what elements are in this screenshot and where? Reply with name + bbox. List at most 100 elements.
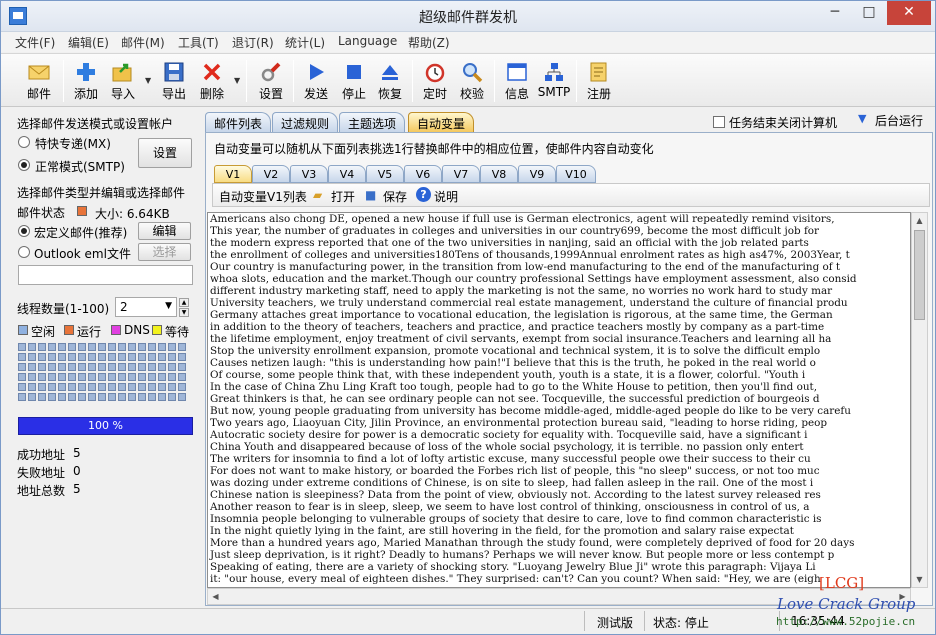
menu-statistics[interactable]: 统计(L) bbox=[285, 34, 325, 51]
macro-mail-label[interactable]: 宏定义邮件(推荐) bbox=[34, 224, 127, 241]
thread-cell bbox=[68, 363, 76, 371]
open-button[interactable]: 打开 bbox=[331, 188, 355, 205]
tab-v8[interactable]: V8 bbox=[480, 165, 518, 183]
watermark-tag: [LCG] bbox=[819, 574, 865, 592]
save-button[interactable]: 保存 bbox=[383, 188, 407, 205]
maximize-button[interactable]: □ bbox=[853, 1, 885, 25]
spin-up-icon[interactable]: ▲ bbox=[179, 298, 189, 307]
scrollbar-thumb[interactable] bbox=[914, 230, 925, 320]
vertical-scrollbar[interactable]: ▲ ▼ bbox=[911, 212, 928, 588]
variable-text-editor[interactable]: Americans also chong DE, opened a new ho… bbox=[207, 212, 911, 588]
toolbar-send-button[interactable]: 发送 bbox=[296, 57, 336, 105]
editor-line: Germany attaches great importance to voc… bbox=[210, 309, 833, 321]
total-count-label: 地址总数 bbox=[17, 484, 66, 498]
network-icon bbox=[545, 63, 563, 81]
menu-language[interactable]: Language bbox=[338, 34, 397, 48]
toolbar-separator bbox=[246, 60, 247, 102]
background-run-button[interactable]: 后台运行 bbox=[875, 112, 923, 129]
menu-help[interactable]: 帮助(Z) bbox=[408, 34, 450, 51]
menu-mail[interactable]: 邮件(M) bbox=[121, 34, 165, 51]
thread-cell bbox=[148, 373, 156, 381]
thread-cell bbox=[88, 373, 96, 381]
left-panel: 选择邮件发送模式或设置帐户 特快专递(MX) 正常模式(SMTP) 设置 选择邮… bbox=[1, 108, 201, 608]
radio-outlook-eml[interactable] bbox=[18, 246, 30, 258]
tab-v6[interactable]: V6 bbox=[404, 165, 442, 183]
thread-cell bbox=[48, 373, 56, 381]
toolbar-separator bbox=[412, 60, 413, 102]
delete-dropdown-arrow-icon[interactable]: ▼ bbox=[234, 76, 240, 85]
edit-button[interactable]: 编辑 bbox=[138, 222, 191, 240]
toolbar-export-button[interactable]: 导出 bbox=[154, 57, 194, 105]
menu-tools[interactable]: 工具(T) bbox=[178, 34, 219, 51]
thread-cell bbox=[158, 383, 166, 391]
shutdown-checkbox[interactable] bbox=[713, 116, 725, 128]
thread-cell bbox=[38, 373, 46, 381]
tab-v10[interactable]: V10 bbox=[556, 165, 596, 183]
editor-line: The writers for insomnia to find a lot o… bbox=[210, 453, 811, 465]
minimize-button[interactable]: ─ bbox=[819, 1, 851, 25]
toolbar-info-button[interactable]: 信息 bbox=[497, 57, 537, 105]
select-button[interactable]: 选择 bbox=[138, 243, 191, 261]
scroll-down-icon[interactable]: ▼ bbox=[912, 572, 927, 587]
thread-cell bbox=[78, 363, 86, 371]
toolbar-separator bbox=[576, 60, 577, 102]
help-button[interactable]: 说明 bbox=[434, 188, 458, 205]
toolbar-stop-button[interactable]: 停止 bbox=[334, 57, 374, 105]
menu-bar: 文件(F) 编辑(E) 邮件(M) 工具(T) 退订(R) 统计(L) Lang… bbox=[1, 32, 935, 52]
import-dropdown-arrow-icon[interactable]: ▼ bbox=[145, 76, 151, 85]
tab-filter-rules[interactable]: 过滤规则 bbox=[272, 112, 339, 132]
tab-v1[interactable]: V1 bbox=[214, 165, 252, 183]
toolbar-resume-button[interactable]: 恢复 bbox=[370, 57, 410, 105]
editor-line: Insomnia people belonging to vulnerable … bbox=[210, 513, 822, 525]
shutdown-label[interactable]: 任务结束关闭计算机 bbox=[729, 114, 837, 131]
toolbar-verify-button[interactable]: 校验 bbox=[452, 57, 492, 105]
eml-path-field[interactable] bbox=[18, 265, 193, 285]
radio-mx[interactable] bbox=[18, 136, 30, 148]
auto-variables-description: 自动变量可以随机从下面列表挑选1行替换邮件中的相应位置，使邮件内容自动变化 bbox=[214, 142, 654, 156]
toolbar-import-button[interactable]: 导入 bbox=[103, 57, 143, 105]
radio-smtp[interactable] bbox=[18, 159, 30, 171]
menu-unsubscribe[interactable]: 退订(R) bbox=[232, 34, 274, 51]
mode-mx-label[interactable]: 特快专递(MX) bbox=[35, 135, 111, 152]
tab-auto-variables[interactable]: 自动变量 bbox=[408, 112, 475, 132]
thread-cell bbox=[88, 353, 96, 361]
toolbar-smtp-button[interactable]: SMTP bbox=[534, 57, 574, 105]
tab-v2[interactable]: V2 bbox=[252, 165, 290, 183]
scroll-left-icon[interactable]: ◀ bbox=[208, 589, 223, 604]
tab-v9[interactable]: V9 bbox=[518, 165, 556, 183]
toolbar-timer-button[interactable]: 定时 bbox=[415, 57, 455, 105]
tab-v7[interactable]: V7 bbox=[442, 165, 480, 183]
thread-cell bbox=[28, 373, 36, 381]
toolbar-mail-button[interactable]: 邮件 bbox=[19, 57, 59, 105]
close-button[interactable]: ✕ bbox=[887, 1, 931, 25]
editor-line: In the case of China Zhu Ling Kraft too … bbox=[210, 381, 818, 393]
outlook-eml-label[interactable]: Outlook eml文件 bbox=[34, 245, 131, 262]
thread-cell bbox=[78, 373, 86, 381]
double-chevron-down-icon[interactable]: ▼ bbox=[858, 112, 866, 125]
tab-v3[interactable]: V3 bbox=[290, 165, 328, 183]
alarm-clock-icon bbox=[425, 63, 445, 83]
settings-button[interactable]: 设置 bbox=[138, 138, 192, 168]
toolbar-register-button[interactable]: 注册 bbox=[579, 57, 619, 105]
tab-v4[interactable]: V4 bbox=[328, 165, 366, 183]
toolbar-add-button[interactable]: 添加 bbox=[66, 57, 106, 105]
mode-smtp-label[interactable]: 正常模式(SMTP) bbox=[35, 158, 125, 175]
tab-subject-options[interactable]: 主题选项 bbox=[339, 112, 406, 132]
editor-line: whoa slots, education and the market.Tho… bbox=[210, 273, 857, 285]
thread-cell bbox=[128, 383, 136, 391]
tab-mail-list[interactable]: 邮件列表 bbox=[205, 112, 272, 132]
scroll-up-icon[interactable]: ▲ bbox=[912, 213, 927, 228]
toolbar-label: 注册 bbox=[586, 87, 611, 101]
radio-macro-mail[interactable] bbox=[18, 225, 30, 237]
toolbar-delete-button[interactable]: 删除 bbox=[192, 57, 232, 105]
add-icon bbox=[77, 63, 95, 81]
toolbar-separator bbox=[63, 60, 64, 102]
menu-edit[interactable]: 编辑(E) bbox=[68, 34, 109, 51]
threads-select[interactable]: 2 ▼ bbox=[115, 297, 177, 317]
menu-file[interactable]: 文件(F) bbox=[15, 34, 55, 51]
thread-cell bbox=[108, 393, 116, 401]
thread-cell bbox=[108, 353, 116, 361]
tab-v5[interactable]: V5 bbox=[366, 165, 404, 183]
toolbar-settings-button[interactable]: 设置 bbox=[251, 57, 291, 105]
spin-down-icon[interactable]: ▼ bbox=[179, 308, 189, 317]
